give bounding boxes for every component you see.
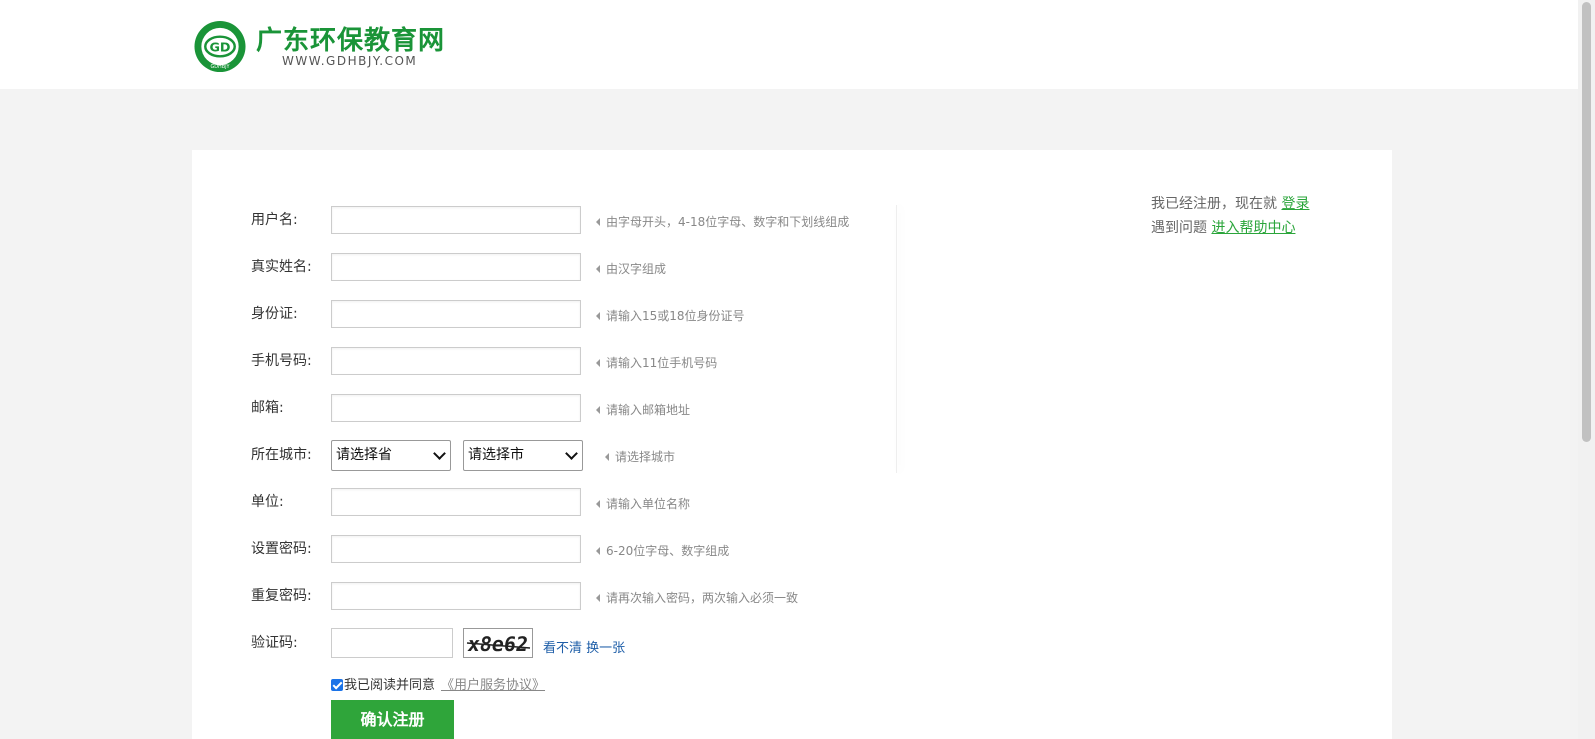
username-hint: 由字母开头，4-18位字母、数字和下划线组成 bbox=[596, 213, 849, 230]
phone-label: 手机号码: bbox=[251, 353, 312, 369]
email-input[interactable] bbox=[331, 394, 581, 422]
captcha-input[interactable] bbox=[331, 628, 453, 658]
confirm-password-label: 重复密码: bbox=[251, 588, 312, 604]
agreement-link[interactable]: 《用户服务协议》 bbox=[441, 674, 545, 693]
phone-hint: 请输入11位手机号码 bbox=[596, 354, 717, 371]
province-select-value: 请选择省 bbox=[336, 447, 392, 463]
password-hint: 6-20位字母、数字组成 bbox=[596, 542, 729, 559]
captcha-glyphs: x8e62 bbox=[466, 632, 531, 656]
captcha-refresh-link[interactable]: 看不清 换一张 bbox=[543, 637, 625, 656]
username-input[interactable] bbox=[331, 206, 581, 234]
svg-text:GD: GD bbox=[209, 40, 230, 55]
email-hint: 请输入邮箱地址 bbox=[596, 401, 690, 418]
idcard-hint: 请输入15或18位身份证号 bbox=[596, 307, 745, 324]
logo-icon[interactable]: GD GDHBJY bbox=[193, 20, 247, 73]
password-label: 设置密码: bbox=[251, 541, 312, 557]
idcard-label: 身份证: bbox=[251, 306, 298, 322]
captcha-image[interactable]: x8e62 bbox=[463, 628, 533, 658]
svg-text:GDHBJY: GDHBJY bbox=[210, 64, 229, 70]
phone-input[interactable] bbox=[331, 347, 581, 375]
agree-checkbox[interactable] bbox=[331, 678, 343, 691]
city-select-value: 请选择市 bbox=[468, 447, 524, 463]
site-url: WWW.GDHBJY.COM bbox=[282, 54, 418, 68]
scrollbar-thumb[interactable] bbox=[1582, 2, 1591, 442]
idcard-input[interactable] bbox=[331, 300, 581, 328]
chevron-down-icon bbox=[565, 447, 578, 460]
password-input[interactable] bbox=[331, 535, 581, 563]
confirm-password-hint: 请再次输入密码，两次输入必须一致 bbox=[596, 589, 798, 606]
login-prompt: 我已经注册，现在就 登录 bbox=[1151, 193, 1309, 213]
email-label: 邮箱: bbox=[251, 400, 284, 416]
site-header: GD GDHBJY 广东环保教育网 WWW.GDHBJY.COM bbox=[0, 0, 1595, 89]
help-prompt-text: 遇到问题 bbox=[1151, 220, 1207, 236]
city-select[interactable]: 请选择市 bbox=[463, 440, 583, 471]
realname-hint: 由汉字组成 bbox=[596, 260, 666, 277]
captcha-label: 验证码: bbox=[251, 635, 298, 651]
realname-input[interactable] bbox=[331, 253, 581, 281]
province-select[interactable]: 请选择省 bbox=[331, 440, 451, 471]
page-scrollbar[interactable] bbox=[1578, 0, 1595, 739]
panel-divider bbox=[896, 205, 897, 473]
agree-label: 我已阅读并同意 bbox=[344, 678, 436, 693]
realname-label: 真实姓名: bbox=[251, 259, 312, 275]
help-center-link[interactable]: 进入帮助中心 bbox=[1211, 220, 1295, 236]
site-title[interactable]: 广东环保教育网 bbox=[256, 20, 445, 57]
chevron-down-icon bbox=[433, 447, 446, 460]
agree-row[interactable]: 我已阅读并同意 bbox=[331, 674, 435, 693]
help-prompt: 遇到问题 进入帮助中心 bbox=[1151, 217, 1295, 237]
company-input[interactable] bbox=[331, 488, 581, 516]
username-label: 用户名: bbox=[251, 212, 298, 228]
city-hint: 请选择城市 bbox=[605, 448, 675, 465]
submit-register-button[interactable]: 确认注册 bbox=[331, 700, 454, 739]
city-select-group: 请选择省 请选择市 bbox=[331, 440, 591, 471]
city-label: 所在城市: bbox=[251, 447, 312, 463]
company-label: 单位: bbox=[251, 494, 284, 510]
login-prompt-text: 我已经注册，现在就 bbox=[1151, 196, 1277, 212]
login-link[interactable]: 登录 bbox=[1281, 196, 1309, 212]
confirm-password-input[interactable] bbox=[331, 582, 581, 610]
company-hint: 请输入单位名称 bbox=[596, 495, 690, 512]
